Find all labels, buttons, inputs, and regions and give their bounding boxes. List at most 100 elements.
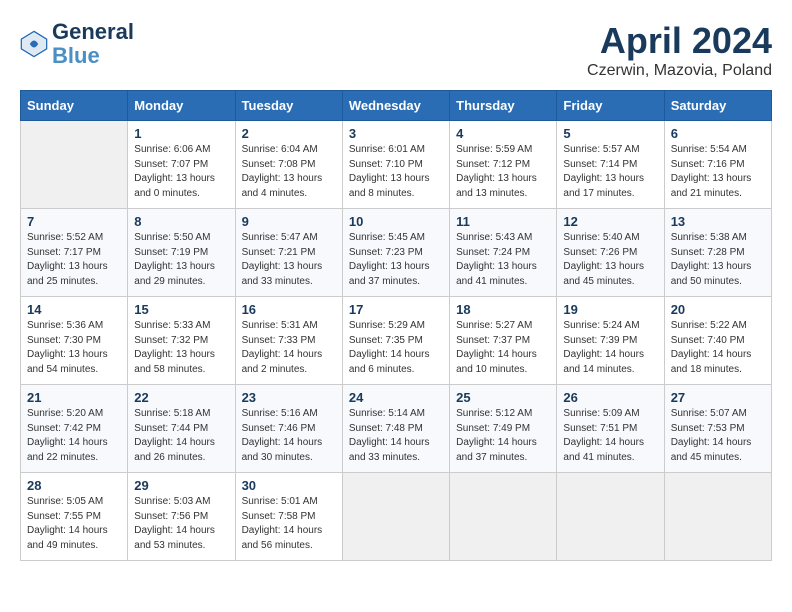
day-info: Sunrise: 5:27 AM Sunset: 7:37 PM Dayligh… bbox=[456, 319, 550, 377]
day-info: Sunrise: 5:47 AM Sunset: 7:21 PM Dayligh… bbox=[242, 231, 336, 289]
day-number: 27 bbox=[671, 390, 765, 405]
week-row-5: 28 Sunrise: 5:05 AM Sunset: 7:55 PM Dayli… bbox=[21, 473, 772, 561]
day-number: 18 bbox=[456, 302, 550, 317]
day-cell: 29 Sunrise: 5:03 AM Sunset: 7:56 PM Dayli… bbox=[128, 473, 235, 561]
week-row-1: 1Sunrise: 6:06 AM Sunset: 7:07 PM Daylig… bbox=[21, 121, 772, 209]
day-cell: 2Sunrise: 6:04 AM Sunset: 7:08 PM Daylig… bbox=[235, 121, 342, 209]
col-header-tuesday: Tuesday bbox=[235, 91, 342, 121]
day-cell: 3Sunrise: 6:01 AM Sunset: 7:10 PM Daylig… bbox=[342, 121, 449, 209]
day-number: 14 bbox=[27, 302, 121, 317]
day-info: Sunrise: 5:20 AM Sunset: 7:42 PM Dayligh… bbox=[27, 407, 121, 465]
day-cell: 13 Sunrise: 5:38 AM Sunset: 7:28 PM Dayli… bbox=[664, 209, 771, 297]
col-header-thursday: Thursday bbox=[450, 91, 557, 121]
logo-icon bbox=[20, 30, 48, 58]
day-number: 29 bbox=[134, 478, 228, 493]
day-number: 19 bbox=[563, 302, 657, 317]
day-info: Sunrise: 5:45 AM Sunset: 7:23 PM Dayligh… bbox=[349, 231, 443, 289]
day-info: Sunrise: 6:04 AM Sunset: 7:08 PM Dayligh… bbox=[242, 143, 336, 201]
day-cell: 22 Sunrise: 5:18 AM Sunset: 7:44 PM Dayli… bbox=[128, 385, 235, 473]
day-number: 6 bbox=[671, 126, 765, 141]
col-header-saturday: Saturday bbox=[664, 91, 771, 121]
col-header-wednesday: Wednesday bbox=[342, 91, 449, 121]
day-info: Sunrise: 5:07 AM Sunset: 7:53 PM Dayligh… bbox=[671, 407, 765, 465]
day-info: Sunrise: 5:01 AM Sunset: 7:58 PM Dayligh… bbox=[242, 495, 336, 553]
day-number: 30 bbox=[242, 478, 336, 493]
day-info: Sunrise: 5:43 AM Sunset: 7:24 PM Dayligh… bbox=[456, 231, 550, 289]
day-cell bbox=[664, 473, 771, 561]
day-cell: 4Sunrise: 5:59 AM Sunset: 7:12 PM Daylig… bbox=[450, 121, 557, 209]
day-number: 7 bbox=[27, 214, 121, 229]
day-info: Sunrise: 5:18 AM Sunset: 7:44 PM Dayligh… bbox=[134, 407, 228, 465]
day-info: Sunrise: 5:05 AM Sunset: 7:55 PM Dayligh… bbox=[27, 495, 121, 553]
day-info: Sunrise: 5:40 AM Sunset: 7:26 PM Dayligh… bbox=[563, 231, 657, 289]
day-cell: 1Sunrise: 6:06 AM Sunset: 7:07 PM Daylig… bbox=[128, 121, 235, 209]
day-number: 15 bbox=[134, 302, 228, 317]
day-cell: 8 Sunrise: 5:50 AM Sunset: 7:19 PM Daylig… bbox=[128, 209, 235, 297]
day-cell: 21 Sunrise: 5:20 AM Sunset: 7:42 PM Dayli… bbox=[21, 385, 128, 473]
day-number: 12 bbox=[563, 214, 657, 229]
day-number: 16 bbox=[242, 302, 336, 317]
day-cell: 12 Sunrise: 5:40 AM Sunset: 7:26 PM Dayli… bbox=[557, 209, 664, 297]
day-cell: 30 Sunrise: 5:01 AM Sunset: 7:58 PM Dayli… bbox=[235, 473, 342, 561]
day-number: 9 bbox=[242, 214, 336, 229]
day-cell: 28 Sunrise: 5:05 AM Sunset: 7:55 PM Dayli… bbox=[21, 473, 128, 561]
day-cell: 17 Sunrise: 5:29 AM Sunset: 7:35 PM Dayli… bbox=[342, 297, 449, 385]
day-info: Sunrise: 5:36 AM Sunset: 7:30 PM Dayligh… bbox=[27, 319, 121, 377]
day-number: 13 bbox=[671, 214, 765, 229]
day-number: 4 bbox=[456, 126, 550, 141]
day-cell: 26 Sunrise: 5:09 AM Sunset: 7:51 PM Dayli… bbox=[557, 385, 664, 473]
day-number: 10 bbox=[349, 214, 443, 229]
location: Czerwin, Mazovia, Poland bbox=[587, 62, 772, 80]
day-info: Sunrise: 5:50 AM Sunset: 7:19 PM Dayligh… bbox=[134, 231, 228, 289]
day-cell: 25Sunrise: 5:12 AM Sunset: 7:49 PM Dayli… bbox=[450, 385, 557, 473]
day-info: Sunrise: 5:31 AM Sunset: 7:33 PM Dayligh… bbox=[242, 319, 336, 377]
day-info: Sunrise: 6:01 AM Sunset: 7:10 PM Dayligh… bbox=[349, 143, 443, 201]
title-block: April 2024 Czerwin, Mazovia, Poland bbox=[587, 20, 772, 80]
day-number: 17 bbox=[349, 302, 443, 317]
day-number: 22 bbox=[134, 390, 228, 405]
col-header-sunday: Sunday bbox=[21, 91, 128, 121]
day-info: Sunrise: 5:12 AM Sunset: 7:49 PM Dayligh… bbox=[456, 407, 550, 465]
day-info: Sunrise: 5:14 AM Sunset: 7:48 PM Dayligh… bbox=[349, 407, 443, 465]
month-title: April 2024 bbox=[587, 20, 772, 62]
day-info: Sunrise: 5:38 AM Sunset: 7:28 PM Dayligh… bbox=[671, 231, 765, 289]
day-info: Sunrise: 5:52 AM Sunset: 7:17 PM Dayligh… bbox=[27, 231, 121, 289]
day-number: 24 bbox=[349, 390, 443, 405]
day-cell: 6 Sunrise: 5:54 AM Sunset: 7:16 PM Daylig… bbox=[664, 121, 771, 209]
day-cell: 24 Sunrise: 5:14 AM Sunset: 7:48 PM Dayli… bbox=[342, 385, 449, 473]
page-header: GeneralBlue April 2024 Czerwin, Mazovia,… bbox=[20, 20, 772, 80]
day-cell: 14 Sunrise: 5:36 AM Sunset: 7:30 PM Dayli… bbox=[21, 297, 128, 385]
day-number: 21 bbox=[27, 390, 121, 405]
day-info: Sunrise: 5:03 AM Sunset: 7:56 PM Dayligh… bbox=[134, 495, 228, 553]
day-number: 8 bbox=[134, 214, 228, 229]
week-row-3: 14 Sunrise: 5:36 AM Sunset: 7:30 PM Dayli… bbox=[21, 297, 772, 385]
day-cell: 23Sunrise: 5:16 AM Sunset: 7:46 PM Dayli… bbox=[235, 385, 342, 473]
day-cell: 9 Sunrise: 5:47 AM Sunset: 7:21 PM Daylig… bbox=[235, 209, 342, 297]
logo: GeneralBlue bbox=[20, 20, 134, 68]
logo-text: GeneralBlue bbox=[52, 20, 134, 68]
day-number: 26 bbox=[563, 390, 657, 405]
day-info: Sunrise: 5:09 AM Sunset: 7:51 PM Dayligh… bbox=[563, 407, 657, 465]
day-cell bbox=[342, 473, 449, 561]
day-number: 1 bbox=[134, 126, 228, 141]
day-number: 5 bbox=[563, 126, 657, 141]
day-cell: 20 Sunrise: 5:22 AM Sunset: 7:40 PM Dayli… bbox=[664, 297, 771, 385]
day-info: Sunrise: 5:16 AM Sunset: 7:46 PM Dayligh… bbox=[242, 407, 336, 465]
day-cell: 7 Sunrise: 5:52 AM Sunset: 7:17 PM Daylig… bbox=[21, 209, 128, 297]
week-row-2: 7 Sunrise: 5:52 AM Sunset: 7:17 PM Daylig… bbox=[21, 209, 772, 297]
day-info: Sunrise: 5:54 AM Sunset: 7:16 PM Dayligh… bbox=[671, 143, 765, 201]
col-header-friday: Friday bbox=[557, 91, 664, 121]
day-cell: 27 Sunrise: 5:07 AM Sunset: 7:53 PM Dayli… bbox=[664, 385, 771, 473]
day-info: Sunrise: 5:57 AM Sunset: 7:14 PM Dayligh… bbox=[563, 143, 657, 201]
day-number: 28 bbox=[27, 478, 121, 493]
day-cell: 5 Sunrise: 5:57 AM Sunset: 7:14 PM Daylig… bbox=[557, 121, 664, 209]
day-number: 11 bbox=[456, 214, 550, 229]
day-info: Sunrise: 5:22 AM Sunset: 7:40 PM Dayligh… bbox=[671, 319, 765, 377]
day-cell: 16 Sunrise: 5:31 AM Sunset: 7:33 PM Dayli… bbox=[235, 297, 342, 385]
day-info: Sunrise: 5:24 AM Sunset: 7:39 PM Dayligh… bbox=[563, 319, 657, 377]
day-number: 20 bbox=[671, 302, 765, 317]
day-cell bbox=[21, 121, 128, 209]
calendar-table: SundayMondayTuesdayWednesdayThursdayFrid… bbox=[20, 90, 772, 561]
calendar-header-row: SundayMondayTuesdayWednesdayThursdayFrid… bbox=[21, 91, 772, 121]
day-info: Sunrise: 5:29 AM Sunset: 7:35 PM Dayligh… bbox=[349, 319, 443, 377]
